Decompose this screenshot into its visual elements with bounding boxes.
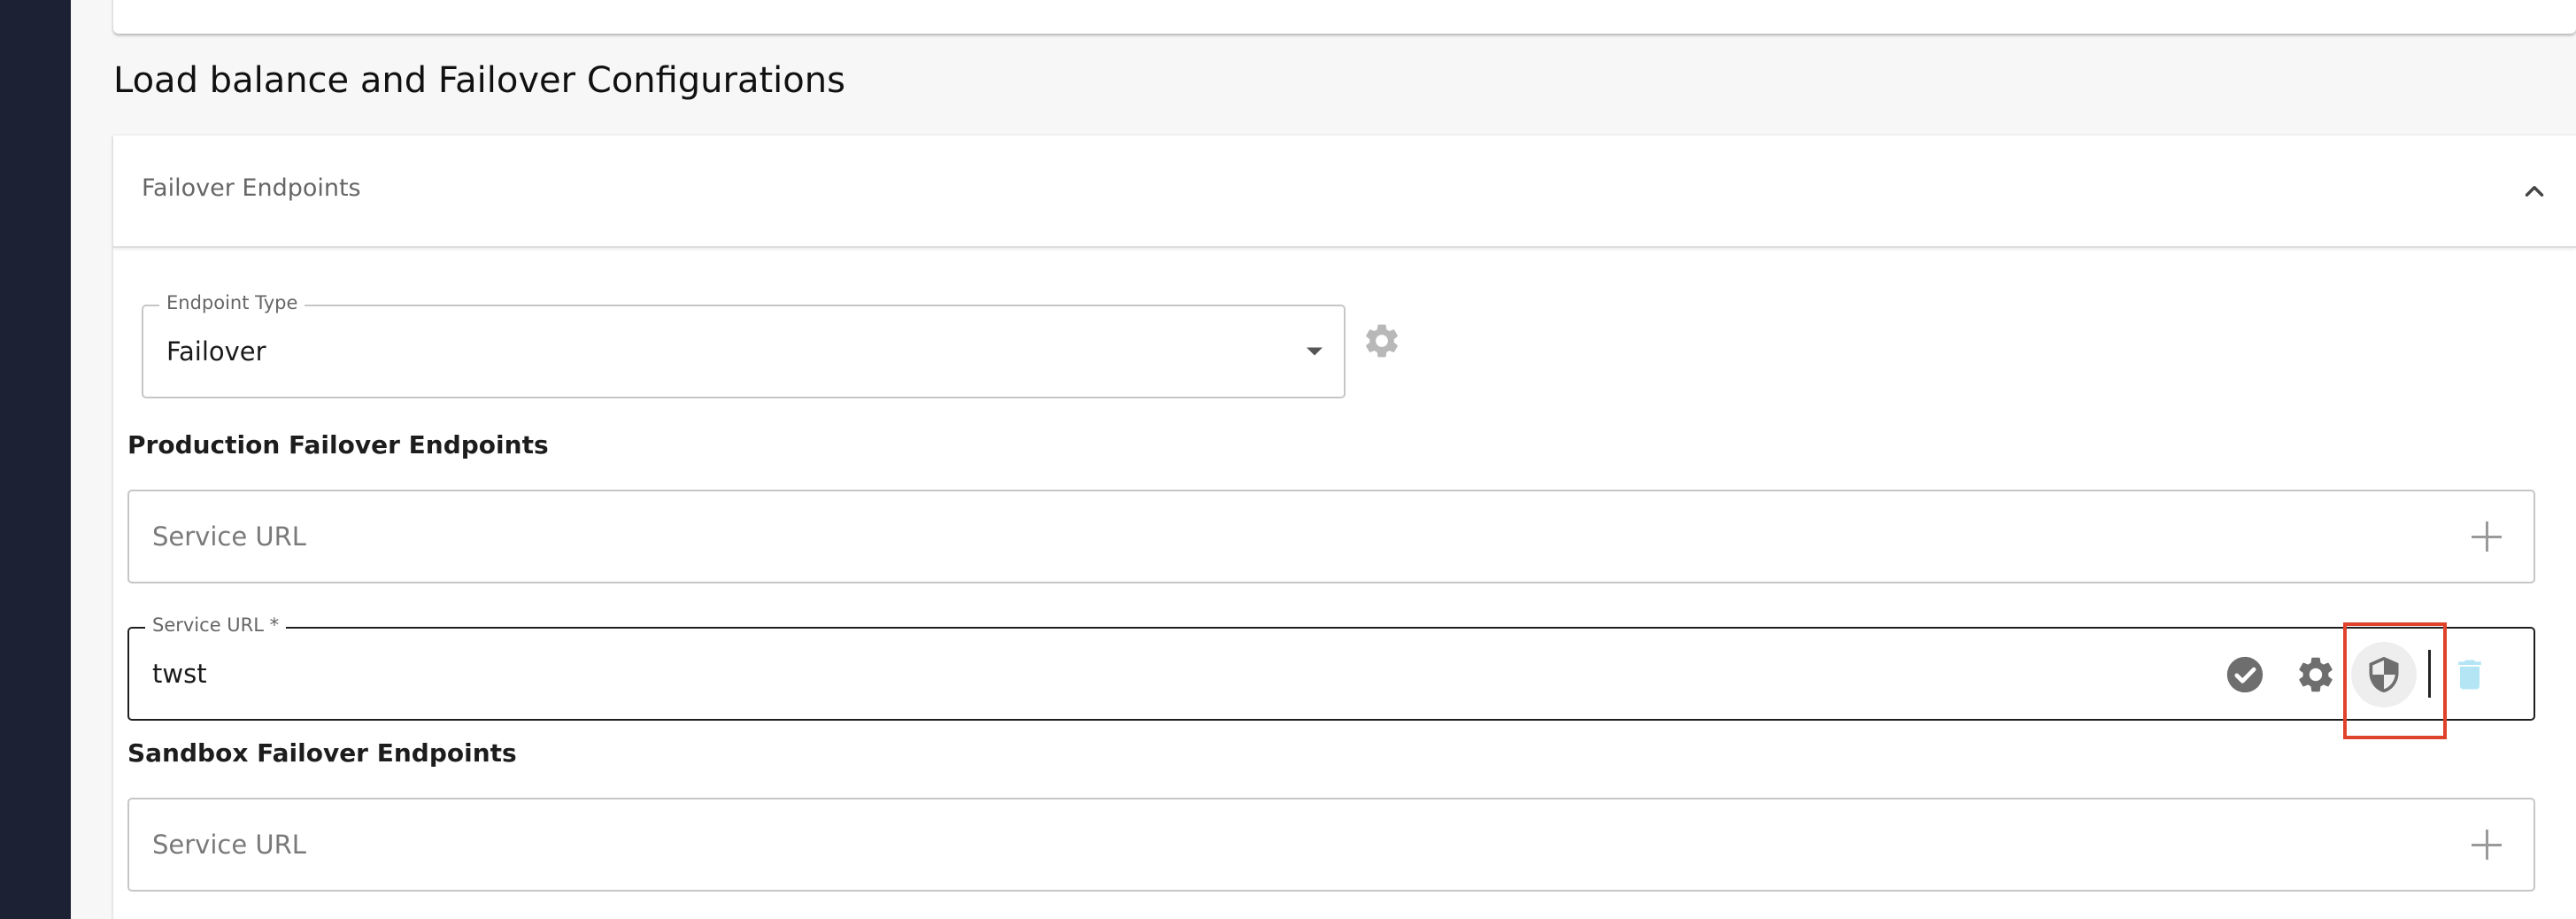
sandbox-new-url-field[interactable]: Service URL bbox=[127, 798, 2535, 892]
panel-header[interactable]: Failover Endpoints bbox=[113, 135, 2576, 248]
highlight-annotation bbox=[2343, 622, 2447, 739]
plus-icon[interactable] bbox=[2472, 830, 2502, 860]
panel-header-title: Failover Endpoints bbox=[142, 174, 361, 202]
side-navigation bbox=[0, 0, 71, 919]
section-title: Load balance and Failover Configurations bbox=[113, 60, 845, 101]
failover-endpoints-panel: Failover Endpoints Endpoint Type Failove… bbox=[113, 135, 2576, 919]
service-url-label: Service URL * bbox=[145, 614, 287, 636]
production-service-url-field[interactable]: Service URL * twst bbox=[127, 614, 2535, 721]
endpoint-type-label: Endpoint Type bbox=[159, 292, 305, 313]
service-url-value[interactable]: twst bbox=[152, 659, 207, 689]
endpoint-type-value: Failover bbox=[166, 336, 266, 367]
production-endpoints-heading: Production Failover Endpoints bbox=[127, 430, 549, 460]
gear-icon[interactable] bbox=[2294, 653, 2337, 696]
gear-icon[interactable] bbox=[1361, 320, 1402, 361]
previous-section-card bbox=[113, 0, 2576, 34]
main-content: Load balance and Failover Configurations… bbox=[71, 0, 2576, 919]
plus-icon[interactable] bbox=[2472, 521, 2502, 552]
endpoint-type-select[interactable]: Endpoint Type Failover bbox=[142, 292, 1346, 398]
production-new-url-placeholder: Service URL bbox=[152, 521, 306, 552]
chevron-up-icon[interactable] bbox=[2519, 176, 2549, 206]
check-circle-icon[interactable] bbox=[2225, 655, 2264, 694]
trash-icon[interactable] bbox=[2450, 655, 2489, 694]
sandbox-endpoints-heading: Sandbox Failover Endpoints bbox=[127, 738, 517, 768]
dropdown-caret-icon[interactable] bbox=[1307, 347, 1323, 356]
sandbox-new-url-placeholder: Service URL bbox=[152, 830, 306, 860]
production-new-url-field[interactable]: Service URL bbox=[127, 490, 2535, 583]
